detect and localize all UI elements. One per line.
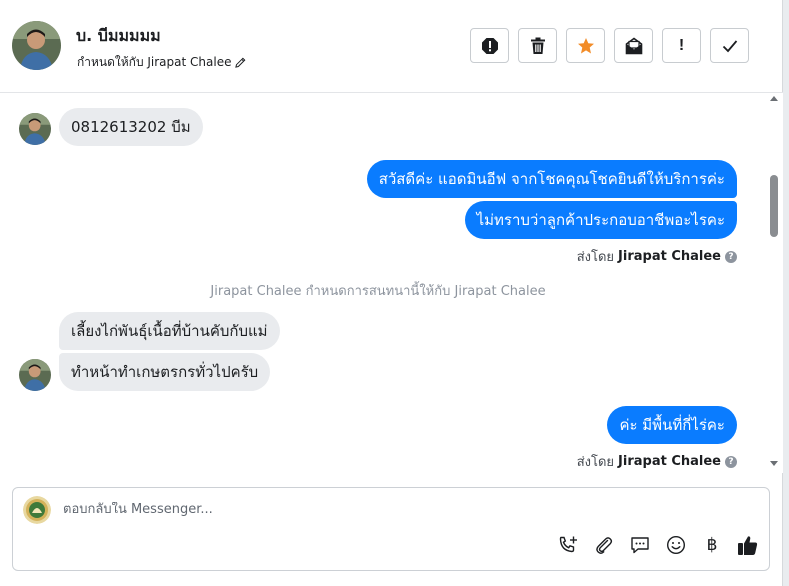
message-list: 0812613202 บีม สวัสดีค่ะ แอดมินอีฟ จากโช… <box>0 94 766 474</box>
envelope-open-icon <box>625 37 642 54</box>
incoming-message[interactable]: 0812613202 บีม <box>59 108 203 146</box>
conversation-toolbar: ! <box>470 28 749 63</box>
help-icon[interactable]: ? <box>725 455 737 468</box>
alert-octagon-icon <box>481 37 498 54</box>
conversation-panel: บ. บีมมมมม กำหนดให้กับ Jirapat Chalee ! … <box>0 0 783 586</box>
follow-up-button[interactable]: ! <box>662 28 701 63</box>
incoming-message[interactable]: ทำหน้าทำเกษตรกรทั่วไปครับ <box>59 353 271 391</box>
system-note: Jirapat Chalee กำหนดการสนทนานี้ให้กับ Ji… <box>210 284 546 299</box>
scroll-down-arrow-icon[interactable] <box>770 461 778 466</box>
exclamation-icon: ! <box>678 36 685 54</box>
emoji-button[interactable] <box>665 534 687 556</box>
thumbs-up-icon <box>738 536 758 555</box>
mark-spam-button[interactable] <box>470 28 509 63</box>
sent-by-name: Jirapat Chalee <box>618 454 721 469</box>
page-logo <box>23 496 51 524</box>
customer-name: บ. บีมมมมม <box>76 26 161 45</box>
help-icon[interactable]: ? <box>725 250 737 263</box>
call-add-button[interactable] <box>557 534 579 556</box>
customer-avatar[interactable] <box>12 21 61 70</box>
outgoing-message[interactable]: ค่ะ มีพื้นที่กี่ไร่คะ <box>607 406 737 444</box>
sent-by-prefix: ส่งโดย <box>576 455 615 470</box>
paperclip-icon <box>596 537 613 554</box>
mark-unread-button[interactable] <box>614 28 653 63</box>
scroll-up-arrow-icon[interactable] <box>770 96 778 101</box>
attach-button[interactable] <box>593 534 615 556</box>
sent-by-prefix: ส่งโดย <box>576 250 615 265</box>
customer-avatar-small <box>19 359 51 391</box>
trash-icon <box>530 37 545 54</box>
message-scrollbar[interactable] <box>766 93 783 473</box>
mark-done-button[interactable] <box>710 28 749 63</box>
saved-replies-button[interactable] <box>629 534 651 556</box>
smiley-icon <box>666 535 686 555</box>
assigned-to[interactable]: กำหนดให้กับ Jirapat Chalee <box>77 53 246 72</box>
reply-composer: ฿ <box>12 487 770 571</box>
sent-by-label: ส่งโดย Jirapat Chalee ? <box>577 451 737 472</box>
composer-actions: ฿ <box>557 534 759 556</box>
payment-button[interactable]: ฿ <box>701 534 723 556</box>
star-button[interactable] <box>566 28 605 63</box>
reply-input[interactable] <box>63 502 663 517</box>
sent-by-label: ส่งโดย Jirapat Chalee ? <box>577 246 737 267</box>
conversation-header: บ. บีมมมมม กำหนดให้กับ Jirapat Chalee ! <box>0 0 783 93</box>
pencil-icon[interactable] <box>235 57 246 68</box>
incoming-message[interactable]: เลี้ยงไก่พันธุ์เนื้อที่บ้านคับกับแม่ <box>59 312 280 350</box>
chat-bubble-icon <box>631 537 649 554</box>
sent-by-name: Jirapat Chalee <box>618 249 721 264</box>
checkmark-icon <box>722 39 737 52</box>
phone-plus-icon <box>559 536 577 553</box>
scroll-thumb[interactable] <box>770 175 778 237</box>
delete-button[interactable] <box>518 28 557 63</box>
outgoing-message[interactable]: สวัสดีค่ะ แอดมินอีฟ จากโชคคุณโชคยินดีให้… <box>366 160 737 198</box>
star-icon <box>577 37 594 53</box>
baht-icon: ฿ <box>706 535 718 554</box>
outgoing-message[interactable]: ไม่ทราบว่าลูกค้าประกอบอาชีพอะไรคะ <box>464 201 737 239</box>
like-button[interactable] <box>737 534 759 556</box>
assigned-to-label: กำหนดให้กับ Jirapat Chalee <box>77 55 232 69</box>
customer-avatar-small <box>19 113 51 145</box>
